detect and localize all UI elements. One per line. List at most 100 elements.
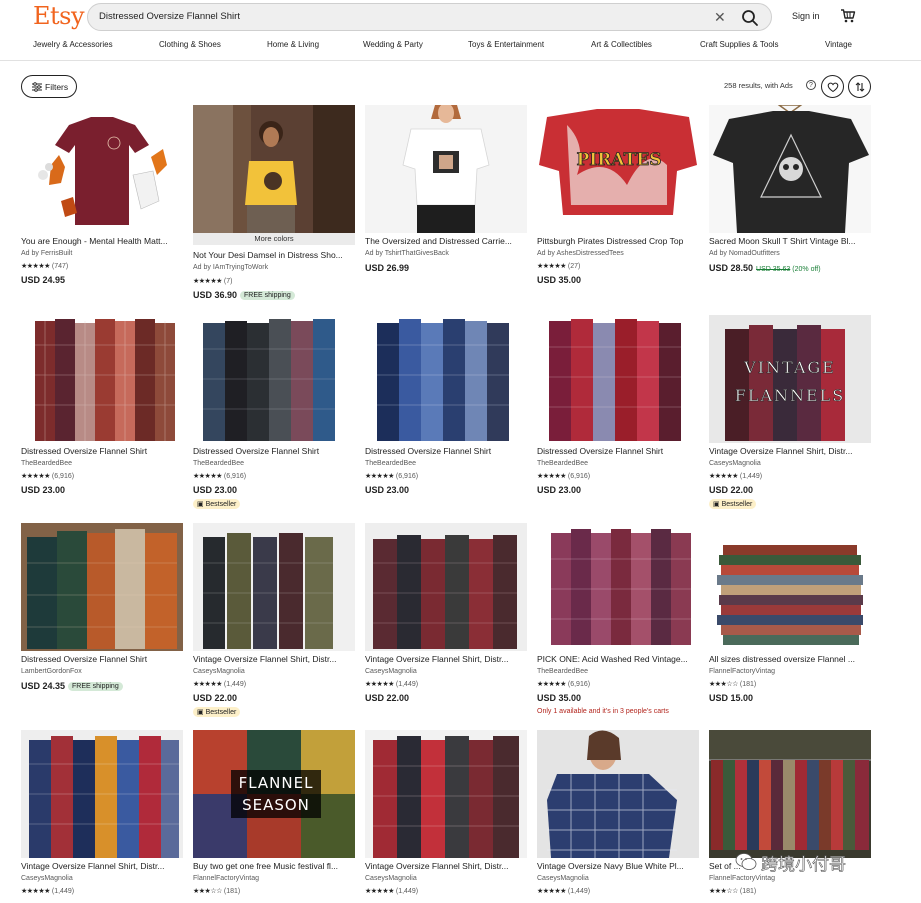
listing-title[interactable]: Vintage Oversize Flannel Shirt, Distr...: [709, 446, 871, 456]
close-icon[interactable]: ✕: [714, 9, 726, 25]
listing-image[interactable]: [365, 315, 527, 443]
nav-home-living[interactable]: Home & Living: [267, 40, 319, 49]
listing-shop: TheBeardedBee: [193, 460, 244, 467]
listing-image[interactable]: [21, 105, 183, 233]
listing-title[interactable]: Vintage Oversize Flannel Shirt, Distr...: [365, 654, 527, 664]
nav-clothing-shoes[interactable]: Clothing & Shoes: [159, 40, 221, 49]
nav-vintage[interactable]: Vintage: [825, 40, 852, 49]
rating-stars: ★★★★★ (1,449): [537, 888, 591, 895]
scarcity-notice: Only 1 available and it's in 3 people's …: [537, 708, 669, 715]
listing-price: USD 26.99: [365, 263, 410, 273]
listing-shop: CaseysMagnolia: [21, 875, 73, 882]
listing-title[interactable]: Vintage Oversize Flannel Shirt, Distr...: [365, 861, 527, 871]
listing-image[interactable]: [365, 105, 527, 233]
listing-title[interactable]: Sacred Moon Skull T Shirt Vintage Bl...: [709, 236, 871, 246]
listing-title[interactable]: You are Enough - Mental Health Matt...: [21, 236, 183, 246]
rating-stars: ★★★★★ (1,449): [193, 681, 247, 688]
sort-icon: [855, 82, 865, 92]
listing-image[interactable]: [709, 523, 871, 651]
rating-stars: ★★★★★ (1,449): [709, 473, 763, 480]
listing-image[interactable]: [21, 730, 183, 858]
listing-image[interactable]: [21, 523, 183, 651]
search-input[interactable]: Distressed Oversize Flannel Shirt: [99, 11, 240, 22]
rating-stars: ★★★★★ (1,449): [365, 681, 419, 688]
nav-craft-supplies-tools[interactable]: Craft Supplies & Tools: [700, 40, 779, 49]
listing-image[interactable]: PIRATES: [537, 105, 699, 233]
listing-image[interactable]: [365, 523, 527, 651]
listing-title[interactable]: Vintage Oversize Flannel Shirt, Distr...: [21, 861, 183, 871]
listing-shop: TheBeardedBee: [537, 668, 588, 675]
listing-image[interactable]: [709, 730, 871, 858]
listing-title[interactable]: Distressed Oversize Flannel Shirt: [21, 654, 183, 664]
site-header: Etsy Distressed Oversize Flannel Shirt ✕…: [0, 0, 921, 34]
listing-title[interactable]: Distressed Oversize Flannel Shirt: [21, 446, 183, 456]
listing-title[interactable]: Vintage Oversize Navy Blue White Pl...: [537, 861, 699, 871]
watermark-text: 跨境小付哥: [761, 855, 847, 876]
listing-image[interactable]: [193, 105, 355, 233]
listing-title[interactable]: Not Your Desi Damsel in Distress Sho...: [193, 250, 355, 260]
listing-title[interactable]: Buy two get one free Music festival fl..…: [193, 861, 355, 871]
listing-title[interactable]: The Oversized and Distressed Carrie...: [365, 236, 527, 246]
listing-shop: TheBeardedBee: [537, 460, 588, 467]
etsy-logo[interactable]: Etsy: [33, 2, 85, 30]
listing-price: USD 22.00: [193, 693, 238, 703]
listing-image[interactable]: [537, 730, 699, 858]
listing-title[interactable]: All sizes distressed oversize Flannel ..…: [709, 654, 871, 664]
filter-icon: [32, 82, 42, 92]
heart-icon: [827, 82, 839, 93]
listing-shop: FlannelFactoryVintag: [709, 875, 776, 882]
listing-title[interactable]: Distressed Oversize Flannel Shirt: [537, 446, 699, 456]
listing-shop: CaseysMagnolia: [365, 668, 417, 675]
rating-stars: ★★★★★ (6,916): [365, 473, 419, 480]
nav-wedding-party[interactable]: Wedding & Party: [363, 40, 423, 49]
listing-image[interactable]: FLANNEL SEASON: [193, 730, 355, 858]
listing-shop: Ad by FerrisBuilt: [21, 250, 73, 257]
rating-stars: ★★★☆☆ (181): [709, 681, 757, 688]
listing-shop: LambertGordonFox: [21, 668, 82, 675]
sort-button[interactable]: [848, 75, 871, 98]
rating-stars: ★★★☆☆ (181): [709, 888, 757, 895]
listing-title[interactable]: Distressed Oversize Flannel Shirt: [193, 446, 355, 456]
search-bar[interactable]: Distressed Oversize Flannel Shirt ✕: [87, 3, 772, 31]
listing-image[interactable]: [709, 105, 871, 233]
sign-in-link[interactable]: Sign in: [792, 11, 820, 21]
listing-title[interactable]: Pittsburgh Pirates Distressed Crop Top: [537, 236, 699, 246]
listing-price: USD 23.00: [21, 485, 66, 495]
nav-jewelry-accessories[interactable]: Jewelry & Accessories: [33, 40, 113, 49]
listing-image[interactable]: [537, 315, 699, 443]
filters-button[interactable]: Filters: [21, 75, 77, 98]
listing-price: USD 28.50 USD 35.63 (20% off): [709, 263, 821, 273]
nav-divider: [0, 60, 921, 61]
listing-shop: FlannelFactoryVintag: [193, 875, 260, 882]
category-nav: Jewelry & Accessories Clothing & Shoes H…: [0, 40, 921, 56]
free-shipping-badge: FREE shipping: [240, 291, 295, 300]
listing-image[interactable]: [21, 315, 183, 443]
rating-stars: ★★★★★ (6,916): [537, 681, 591, 688]
cart-icon[interactable]: [840, 8, 856, 24]
help-icon[interactable]: ?: [806, 80, 816, 90]
search-icon[interactable]: [740, 8, 760, 28]
listing-shop: Ad by AshesDistressedTees: [537, 250, 624, 257]
listing-title[interactable]: Distressed Oversize Flannel Shirt: [365, 446, 527, 456]
rating-stars: ★★★★★ (1,449): [365, 888, 419, 895]
nav-toys-entertainment[interactable]: Toys & Entertainment: [468, 40, 544, 49]
rating-stars: ★★★★★ (7): [193, 278, 233, 285]
listing-image[interactable]: [193, 315, 355, 443]
listing-image[interactable]: VINTAGE FLANNELS: [709, 315, 871, 443]
listing-shop: TheBeardedBee: [21, 460, 72, 467]
rating-stars: ★★★★★ (1,449): [21, 888, 75, 895]
listing-price: USD 24.35 FREE shipping: [21, 681, 123, 691]
favorite-search-button[interactable]: [821, 75, 844, 98]
bestseller-badge: ▣ Bestseller: [709, 499, 757, 509]
listing-shop: CaseysMagnolia: [193, 668, 245, 675]
listing-price: USD 22.00: [709, 485, 754, 495]
listing-title[interactable]: Vintage Oversize Flannel Shirt, Distr...: [193, 654, 355, 664]
rating-stars: ★★★★★ (6,916): [537, 473, 591, 480]
listing-title[interactable]: PICK ONE: Acid Washed Red Vintage...: [537, 654, 699, 664]
rating-stars: ★★★★★ (6,916): [21, 473, 75, 480]
listing-image[interactable]: [365, 730, 527, 858]
listing-image[interactable]: [537, 523, 699, 651]
listing-image[interactable]: [193, 523, 355, 651]
bestseller-badge: ▣ Bestseller: [193, 499, 241, 509]
nav-art-collectibles[interactable]: Art & Collectibles: [591, 40, 652, 49]
